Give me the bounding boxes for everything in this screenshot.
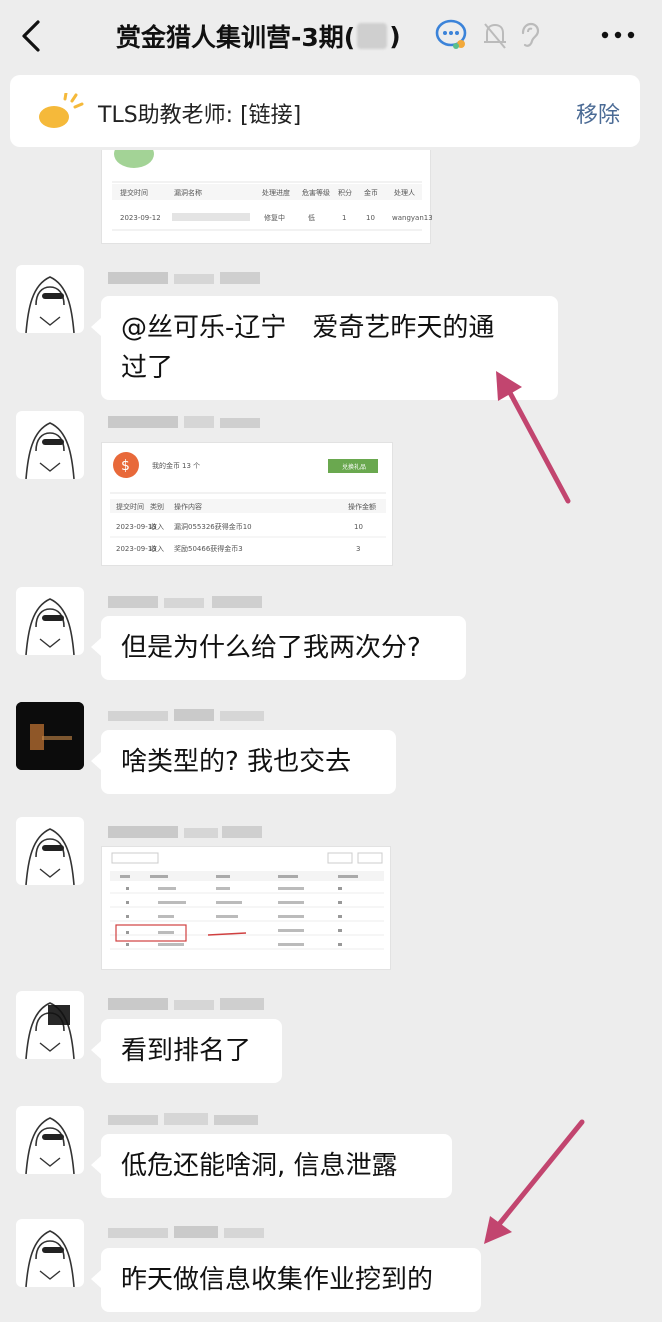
message-text: 看到排名了 — [121, 1036, 252, 1066]
coin-title: 我的金币 — [152, 461, 180, 470]
table-header: 操作内容 — [174, 502, 202, 511]
sender-name-masked — [108, 592, 268, 612]
megaphone-icon — [39, 93, 84, 128]
sender-name-masked — [108, 1222, 268, 1242]
redacted-mask — [357, 23, 388, 49]
table-header: 操作金额 — [348, 502, 376, 511]
table-cell: 3 — [356, 545, 360, 553]
exchange-gift-label: 兑换礼品 — [342, 463, 366, 471]
table-cell: 收入 — [150, 544, 164, 553]
avatar[interactable] — [16, 265, 84, 333]
chat-title-text: 赏金猎人集训营-3期( — [116, 23, 356, 52]
pinned-notice[interactable]: TLS助教老师: [链接] 移除 — [10, 75, 640, 147]
message-text: @丝可乐-辽宁 爱奇艺昨天的通 — [121, 313, 495, 343]
chevron-left-icon[interactable] — [14, 16, 48, 56]
message-text: 啥类型的? 我也交去 — [121, 747, 352, 777]
hooded-figure-icon — [25, 422, 75, 479]
hooded-figure-icon — [25, 1230, 75, 1287]
table-cell: 漏洞055326获得金币10 — [174, 522, 252, 531]
sender-name-masked — [108, 412, 268, 432]
ticket-table-screenshot: 提交时间 漏洞名称 处理进度 危害等级 积分 金币 处理人 2023-09-12… — [112, 140, 433, 231]
coin-record-screenshot: $ 我的金币 13 个 兑换礼品 提交时间 类别 操作内容 操作金额 2023-… — [110, 452, 386, 553]
table-header: 危害等级 — [302, 188, 330, 197]
avatar[interactable] — [16, 1106, 84, 1174]
table-cell: 10 — [366, 214, 375, 222]
hooded-figure-icon — [25, 276, 75, 333]
table-header: 漏洞名称 — [174, 188, 202, 197]
image-message[interactable]: 提交时间 漏洞名称 处理进度 危害等级 积分 金币 处理人 2023-09-12… — [101, 140, 433, 244]
notice-text: TLS助教老师: [链接] — [98, 103, 302, 128]
message-text: 昨天做信息收集作业挖到的 — [121, 1265, 434, 1295]
message-text: 过了 — [121, 353, 174, 383]
ranking-table-screenshot — [110, 852, 384, 950]
table-header: 提交时间 — [120, 188, 148, 197]
table-cell: 低 — [308, 213, 315, 222]
table-cell: 奖励50466获得金币3 — [174, 544, 243, 553]
coin-count: 13 个 — [182, 462, 200, 470]
annotation-arrow-icon — [496, 371, 571, 504]
avatar[interactable] — [16, 587, 84, 655]
hooded-figure-icon — [25, 828, 75, 885]
table-cell: 10 — [354, 523, 363, 531]
text-message-bubble[interactable]: 低危还能啥洞, 信息泄露 — [91, 1134, 452, 1198]
sender-name-masked — [108, 822, 268, 842]
table-cell: 修复中 — [264, 213, 285, 222]
text-message-bubble[interactable]: 看到排名了 — [91, 1019, 282, 1083]
bell-muted-icon — [484, 23, 506, 49]
chat-title: 赏金猎人集训营-3期( ) — [116, 14, 401, 58]
hooded-figure-icon — [25, 1117, 75, 1174]
table-header: 处理人 — [394, 188, 415, 197]
table-cell: 2023-09-12 — [120, 214, 161, 222]
redacted-mask — [172, 213, 250, 221]
sender-name-masked — [108, 1109, 268, 1129]
ear-icon — [521, 22, 540, 47]
chat-header: 赏金猎人集训营-3期( ) — [0, 0, 662, 72]
table-header: 积分 — [338, 188, 352, 197]
avatar[interactable] — [16, 991, 84, 1059]
table-header: 提交时间 — [116, 502, 144, 511]
table-cell: 收入 — [150, 522, 164, 531]
hooded-figure-icon — [25, 598, 75, 655]
text-message-bubble[interactable]: 啥类型的? 我也交去 — [91, 730, 396, 794]
hooded-figure-icon — [25, 1002, 75, 1059]
text-message-bubble[interactable]: 但是为什么给了我两次分? — [91, 616, 466, 680]
table-header: 类别 — [150, 502, 164, 511]
annotation-arrow-icon — [484, 1119, 585, 1244]
avatar[interactable] — [16, 1219, 84, 1287]
image-message[interactable]: $ 我的金币 13 个 兑换礼品 提交时间 类别 操作内容 操作金额 2023-… — [101, 442, 393, 566]
table-header: 处理进度 — [262, 188, 290, 197]
table-cell: wangyan13 — [392, 214, 432, 222]
sender-name-masked — [108, 268, 268, 288]
remove-notice-button[interactable]: 移除 — [576, 97, 620, 129]
sender-name-masked — [108, 994, 268, 1014]
message-text: 低危还能啥洞, 信息泄露 — [121, 1151, 398, 1181]
sender-name-masked — [108, 705, 268, 725]
avatar[interactable] — [16, 411, 84, 479]
chat-title-suffix: ) — [389, 21, 401, 51]
avatar[interactable] — [16, 702, 84, 770]
table-header: 金币 — [364, 188, 378, 197]
dark-figure-icon — [16, 702, 84, 770]
avatar[interactable] — [16, 817, 84, 885]
text-message-bubble[interactable]: 昨天做信息收集作业挖到的 — [91, 1248, 481, 1312]
svg-text:$: $ — [121, 458, 130, 474]
table-cell: 1 — [342, 214, 346, 222]
message-text: 但是为什么给了我两次分? — [121, 633, 421, 663]
channel-bubble-icon[interactable] — [435, 18, 469, 52]
more-dots-icon[interactable] — [600, 30, 636, 40]
image-message[interactable] — [101, 846, 391, 970]
